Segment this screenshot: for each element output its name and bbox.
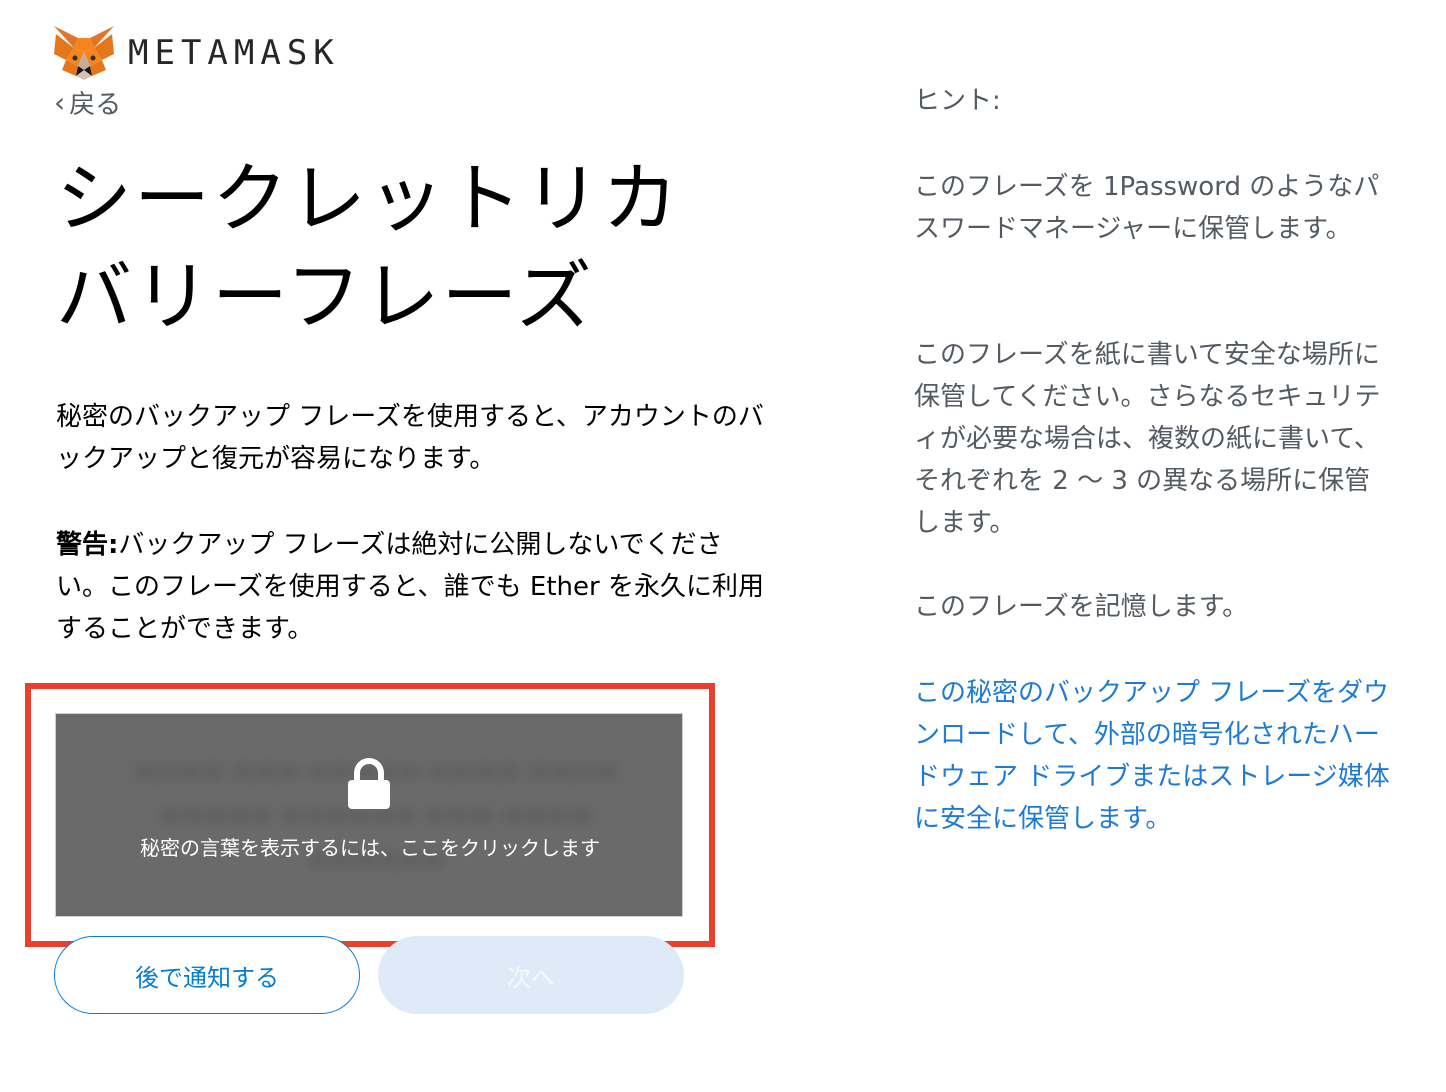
page: METAMASK ‹ 戻る シークレットリカバリーフレーズ 秘密のバックアップ …	[0, 0, 1446, 1092]
brand-logo: METAMASK	[52, 24, 340, 82]
warning-text: 警告:バックアップ フレーズは絶対に公開しないでください。このフレーズを使用する…	[56, 524, 766, 650]
hint-write-on-paper: このフレーズを紙に書いて安全な場所に保管してください。さらなるセキュリティが必要…	[914, 340, 1381, 538]
hints-heading: ヒント:	[914, 86, 1001, 116]
warning-body: バックアップ フレーズは絶対に公開しないでください。このフレーズを使用すると、誰…	[56, 530, 764, 644]
metamask-fox-icon	[52, 24, 116, 82]
download-phrase-link[interactable]: この秘密のバックアップ フレーズをダウンロードして、外部の暗号化されたハードウェ…	[914, 672, 1394, 840]
back-link[interactable]: ‹ 戻る	[54, 84, 121, 121]
secret-phrase-reveal-box[interactable]: ▬▬▬▬ ▬▬▬ ▬▬▬▬▬ ▬▬▬▬ ▬▬▬▬ ▬▬▬▬▬ ▬▬▬▬▬▬ ▬▬▬…	[55, 713, 683, 917]
next-button[interactable]: 次へ	[378, 936, 684, 1014]
hint-memorize: このフレーズを記憶します。	[914, 592, 1249, 622]
description-text: 秘密のバックアップ フレーズを使用すると、アカウントのバックアップと復元が容易に…	[56, 402, 764, 474]
reveal-instruction: 秘密の言葉を表示するには、ここをクリックします	[140, 836, 600, 860]
page-title: シークレットリカバリーフレーズ	[56, 154, 680, 341]
brand-wordmark: METAMASK	[128, 33, 340, 73]
warning-label: 警告:	[56, 530, 119, 560]
remind-later-button[interactable]: 後で通知する	[54, 936, 360, 1014]
hint-password-manager: このフレーズを 1Password のようなパスワードマネージャーに保管します。	[914, 172, 1380, 244]
chevron-left-icon: ‹	[54, 85, 66, 119]
back-label: 戻る	[69, 90, 122, 120]
lock-icon	[346, 758, 392, 814]
